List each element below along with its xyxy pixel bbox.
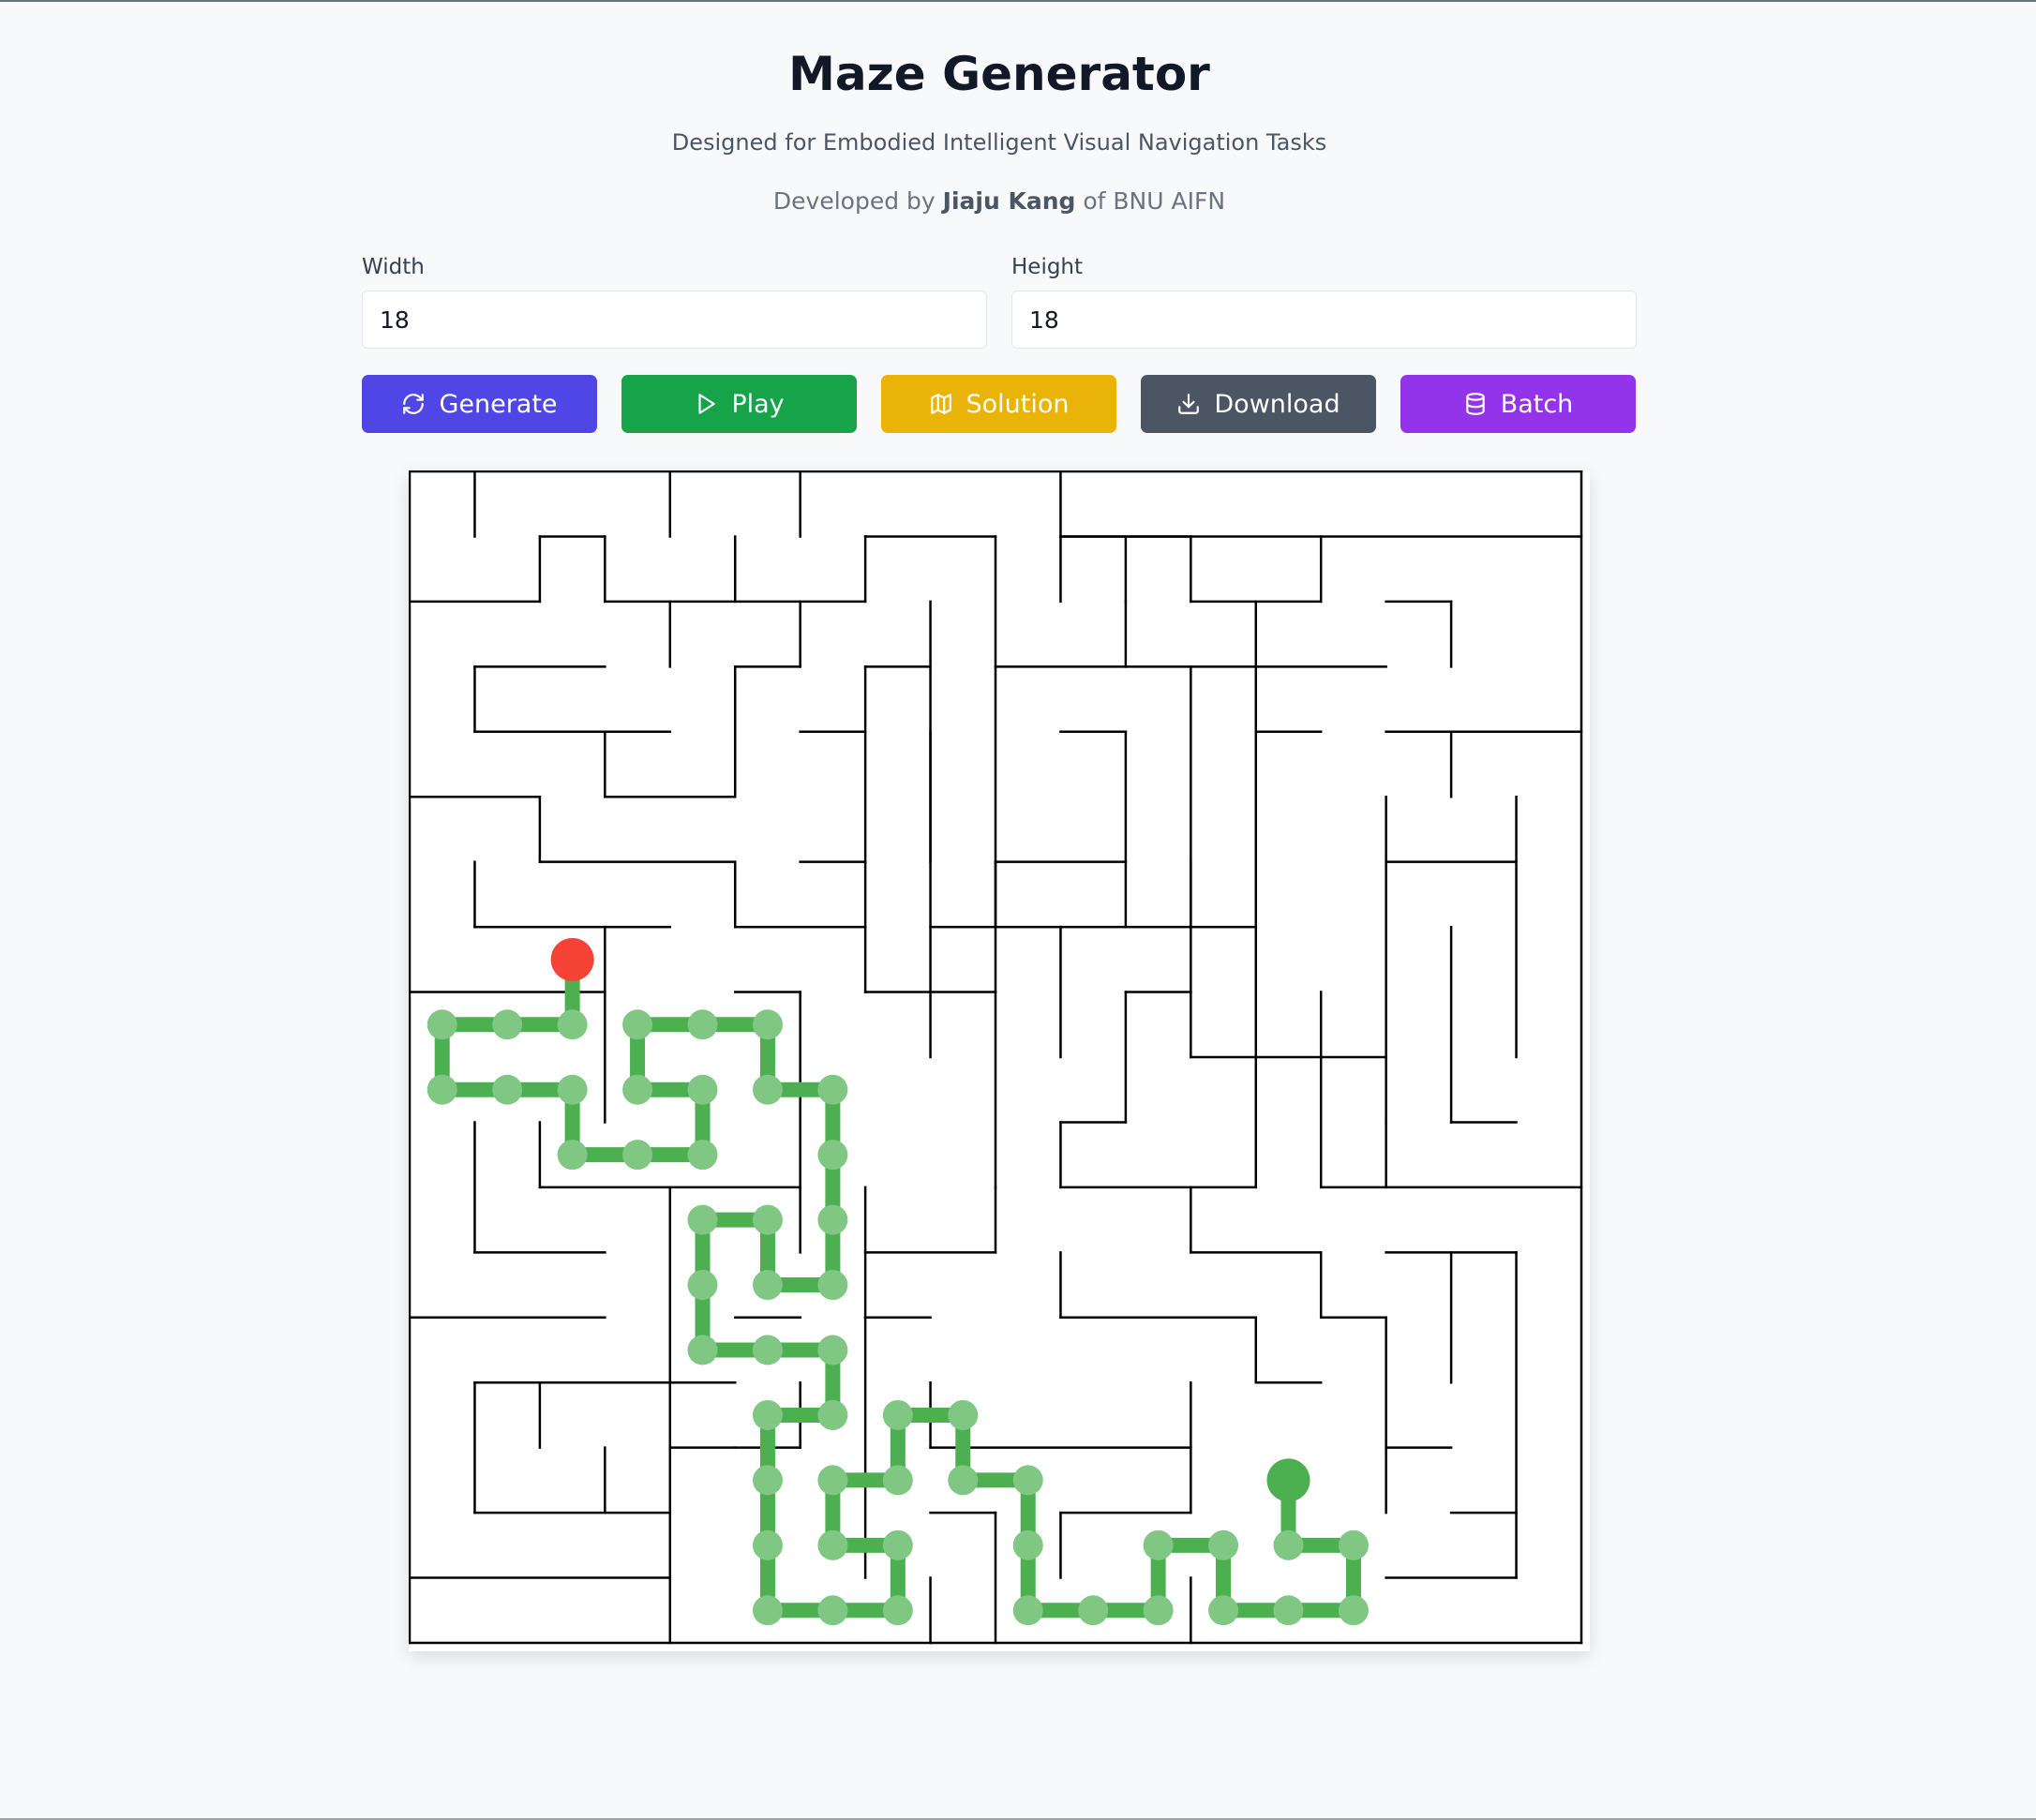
maze-svg xyxy=(408,470,1583,1645)
solution-path-node xyxy=(752,1074,783,1105)
solution-path-node xyxy=(882,1465,913,1496)
maze-canvas[interactable] xyxy=(408,470,1590,1651)
play-button-label: Play xyxy=(731,389,785,419)
solution-path-node xyxy=(687,1074,718,1105)
width-label: Width xyxy=(362,255,425,279)
solution-path-node xyxy=(687,1335,718,1365)
solution-path-node xyxy=(752,1465,783,1496)
download-icon xyxy=(1178,394,1200,414)
solution-button[interactable]: Solution xyxy=(881,375,1116,433)
page-subtitle: Designed for Embodied Intelligent Visual… xyxy=(671,129,1327,156)
solution-path-node xyxy=(817,1595,848,1626)
height-label: Height xyxy=(1011,255,1084,279)
map-icon xyxy=(930,394,951,414)
solution-path-node xyxy=(427,1009,457,1040)
solution-button-label: Solution xyxy=(966,389,1070,419)
solution-path-node xyxy=(1273,1529,1304,1560)
solution-path-node xyxy=(687,1140,718,1171)
developer-name: Jiaju Kang xyxy=(942,187,1076,215)
play-icon xyxy=(698,394,716,414)
solution-path-node xyxy=(492,1009,523,1040)
solution-path-node xyxy=(752,1204,783,1235)
window-top-border xyxy=(0,0,2036,2)
batch-button[interactable]: Batch xyxy=(1400,375,1636,433)
solution-path-node xyxy=(817,1399,848,1430)
solution-path-node xyxy=(752,1270,783,1301)
solution-path-node xyxy=(1012,1465,1043,1496)
developer-credit: Developed by Jiaju Kang of BNU AIFN xyxy=(0,186,1999,217)
solution-path-node xyxy=(1338,1595,1369,1626)
batch-button-label: Batch xyxy=(1500,389,1574,419)
solution-path-node xyxy=(817,1140,848,1171)
solution-path-node xyxy=(752,1529,783,1560)
solution-path-node xyxy=(622,1140,653,1171)
solution-path-node xyxy=(557,1074,588,1105)
solution-path-node xyxy=(1143,1595,1174,1626)
solution-path-node xyxy=(817,1335,848,1365)
solution-path-node xyxy=(557,1140,588,1171)
solution-path-node xyxy=(752,1009,783,1040)
width-input[interactable] xyxy=(362,291,987,349)
generate-button[interactable]: Generate xyxy=(362,375,597,433)
download-button[interactable]: Download xyxy=(1141,375,1376,433)
solution-path-node xyxy=(752,1335,783,1365)
page-title: Maze Generator xyxy=(788,47,1210,101)
solution-path-node xyxy=(687,1270,718,1301)
database-icon xyxy=(1465,393,1485,415)
solution-path-node xyxy=(427,1074,457,1105)
refresh-icon xyxy=(403,394,425,414)
solution-path-node xyxy=(817,1204,848,1235)
height-input[interactable] xyxy=(1011,291,1637,349)
solution-path-node xyxy=(557,1009,588,1040)
play-button[interactable]: Play xyxy=(621,375,857,433)
solution-path-node xyxy=(492,1074,523,1105)
solution-path-node xyxy=(1208,1529,1239,1560)
solution-path-node xyxy=(622,1074,653,1105)
end-marker xyxy=(1266,1458,1310,1502)
solution-path-node xyxy=(1208,1595,1239,1626)
page-header: Maze Generator Designed for Embodied Int… xyxy=(0,43,1999,217)
generate-button-label: Generate xyxy=(439,389,558,419)
solution-path-node xyxy=(687,1009,718,1040)
solution-path-node xyxy=(1012,1595,1043,1626)
solution-path-node xyxy=(817,1529,848,1560)
solution-path xyxy=(427,951,1369,1626)
credit-prefix: Developed by xyxy=(772,187,936,215)
solution-path-node xyxy=(752,1595,783,1626)
solution-path-node xyxy=(817,1074,848,1105)
solution-path-node xyxy=(752,1399,783,1430)
solution-path-node xyxy=(622,1009,653,1040)
maze-walls xyxy=(408,470,1583,1645)
solution-path-node xyxy=(882,1595,913,1626)
solution-path-node xyxy=(1012,1529,1043,1560)
solution-path-node xyxy=(687,1204,718,1235)
solution-path-node xyxy=(1078,1595,1109,1626)
solution-path-node xyxy=(882,1399,913,1430)
credit-suffix: of BNU AIFN xyxy=(1083,187,1226,215)
solution-path-node xyxy=(948,1399,979,1430)
solution-path-node xyxy=(817,1465,848,1496)
solution-path-node xyxy=(1273,1595,1304,1626)
solution-path-node xyxy=(1338,1529,1369,1560)
start-marker xyxy=(550,937,594,981)
solution-path-node xyxy=(1143,1529,1174,1560)
solution-path-node xyxy=(948,1465,979,1496)
solution-path-node xyxy=(882,1529,913,1560)
download-button-label: Download xyxy=(1214,389,1340,419)
solution-path-node xyxy=(817,1270,848,1301)
